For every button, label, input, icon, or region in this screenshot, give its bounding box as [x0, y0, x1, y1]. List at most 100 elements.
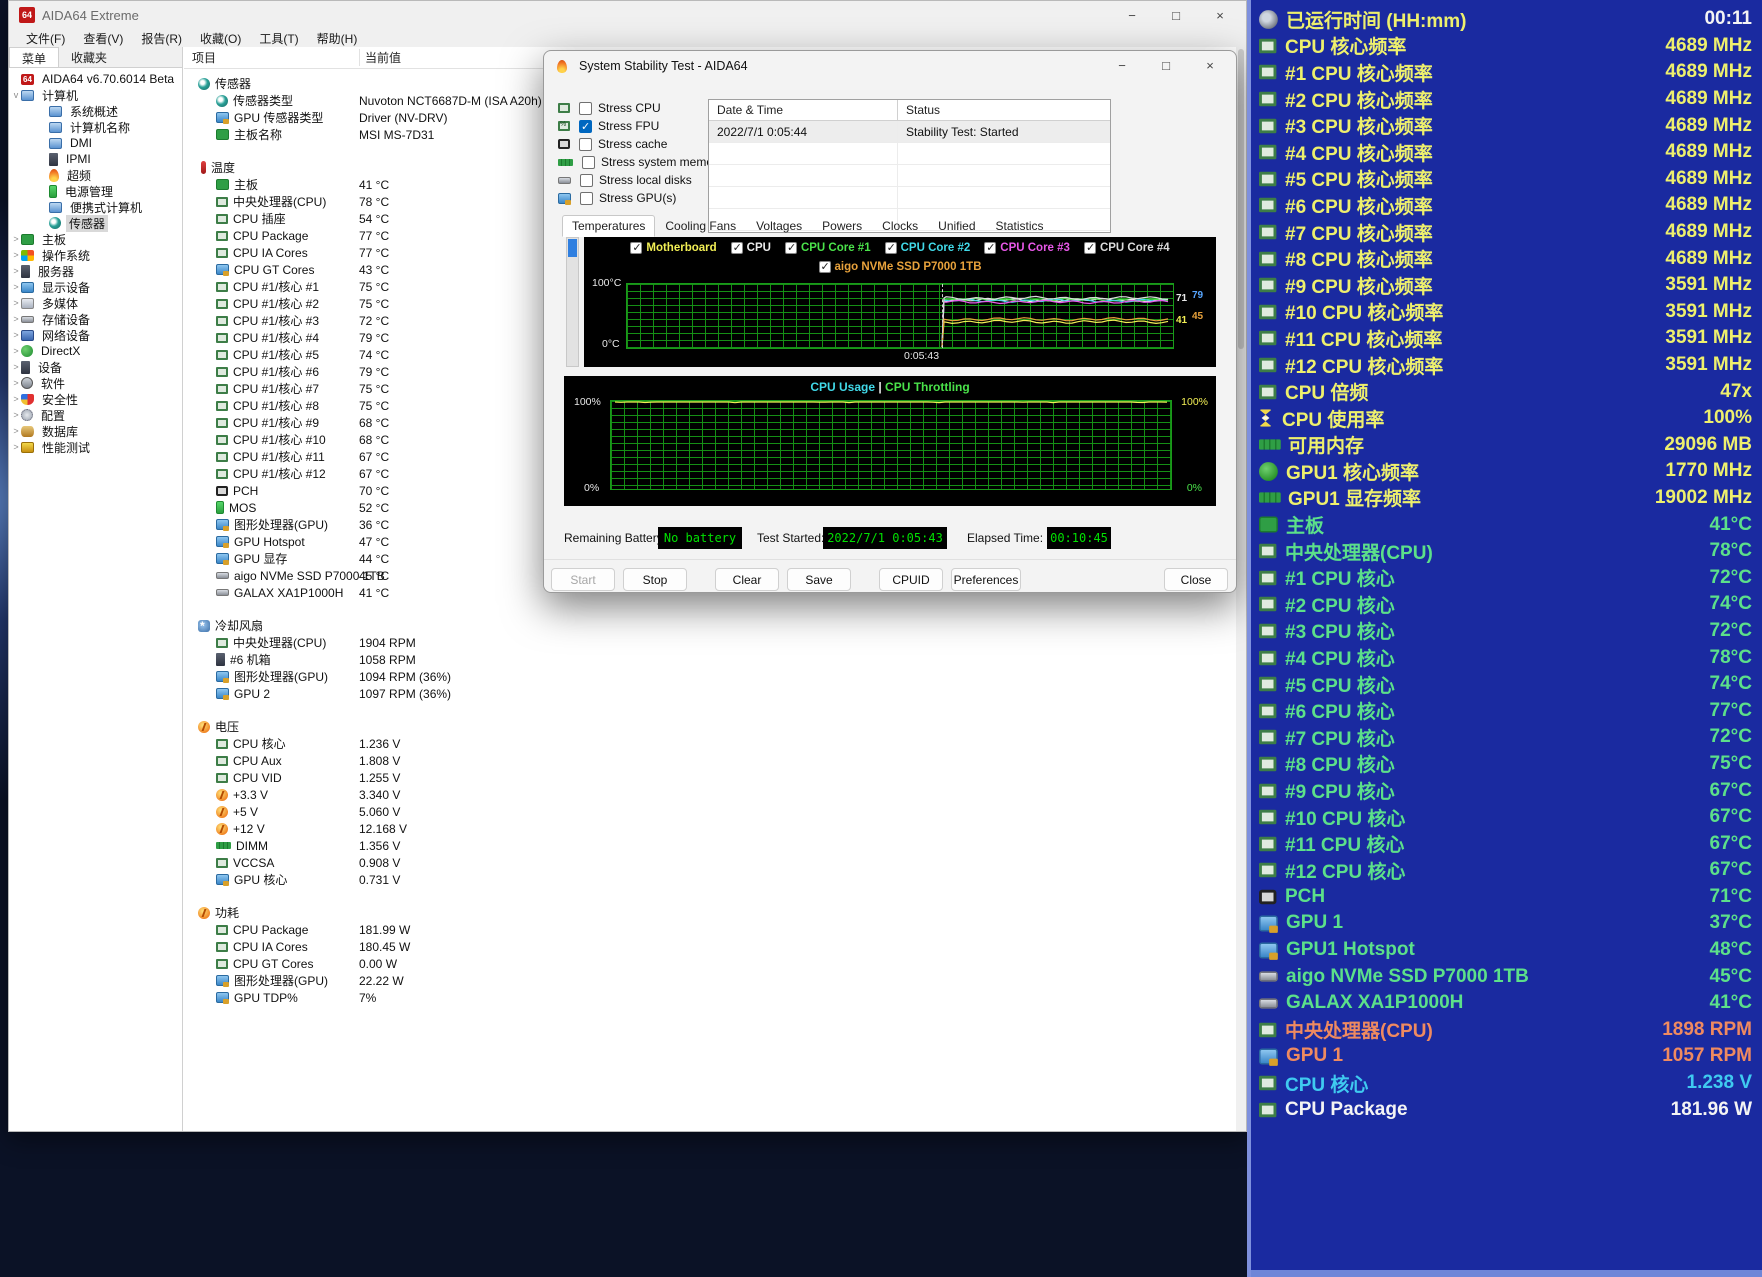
- chevron-collapsed-icon[interactable]: >: [11, 362, 21, 372]
- chevron-collapsed-icon[interactable]: >: [11, 298, 21, 308]
- preferences-button[interactable]: Preferences: [951, 568, 1021, 591]
- sidebar-tab[interactable]: 收藏夹: [59, 47, 119, 67]
- table-row[interactable]: CPU VID 1.255 V: [184, 769, 1236, 786]
- tree-item[interactable]: > 网络设备: [9, 327, 182, 343]
- chevron-expanded-icon[interactable]: v: [11, 90, 21, 100]
- checkbox[interactable]: [579, 137, 592, 151]
- table-row[interactable]: 图形处理器(GPU) 1094 RPM (36%): [184, 668, 1236, 685]
- main-titlebar[interactable]: 64 AIDA64 Extreme: [9, 1, 1246, 29]
- tree-item[interactable]: DMI: [9, 135, 182, 151]
- legend-checkbox[interactable]: [1083, 241, 1096, 254]
- chevron-collapsed-icon[interactable]: >: [11, 250, 21, 260]
- dialog-tab[interactable]: Cooling Fans: [655, 215, 746, 237]
- close-button[interactable]: ×: [1198, 1, 1242, 29]
- chevron-collapsed-icon[interactable]: >: [11, 234, 21, 244]
- main-scrollbar-thumb[interactable]: [1238, 49, 1244, 349]
- chart-scrollbar[interactable]: [566, 237, 579, 367]
- minimize-button[interactable]: −: [1100, 51, 1144, 79]
- menu-item[interactable]: 帮助(H): [308, 30, 367, 47]
- maximize-button[interactable]: □: [1154, 1, 1198, 29]
- tree-item[interactable]: > 显示设备: [9, 279, 182, 295]
- tree-item[interactable]: > 性能测试: [9, 439, 182, 455]
- menu-item[interactable]: 查看(V): [74, 30, 132, 47]
- tree-item[interactable]: > 多媒体: [9, 295, 182, 311]
- table-row[interactable]: CPU GT Cores 0.00 W: [184, 955, 1236, 972]
- tree-item[interactable]: 电源管理: [9, 183, 182, 199]
- chevron-collapsed-icon[interactable]: >: [11, 394, 21, 404]
- menu-item[interactable]: 文件(F): [17, 30, 74, 47]
- checkbox[interactable]: [579, 119, 592, 133]
- legend-checkbox[interactable]: [630, 241, 643, 254]
- dialog-tab[interactable]: Powers: [812, 215, 872, 237]
- chevron-collapsed-icon[interactable]: >: [11, 442, 21, 452]
- table-row[interactable]: 图形处理器(GPU) 22.22 W: [184, 972, 1236, 989]
- tree-item[interactable]: 系统概述: [9, 103, 182, 119]
- checkbox[interactable]: [582, 155, 595, 169]
- tree-item[interactable]: > 服务器: [9, 263, 182, 279]
- dialog-tab[interactable]: Temperatures: [562, 215, 656, 237]
- dialog-tab[interactable]: Voltages: [746, 215, 812, 237]
- chevron-collapsed-icon[interactable]: >: [11, 410, 21, 420]
- menu-item[interactable]: 工具(T): [250, 30, 307, 47]
- table-row[interactable]: VCCSA 0.908 V: [184, 854, 1236, 871]
- save-button[interactable]: Save: [787, 568, 851, 591]
- table-row[interactable]: DIMM 1.356 V: [184, 837, 1236, 854]
- tree-item[interactable]: > 存储设备: [9, 311, 182, 327]
- tree-item[interactable]: IPMI: [9, 151, 182, 167]
- tree-item[interactable]: > DirectX: [9, 343, 182, 359]
- table-row[interactable]: +3.3 V 3.340 V: [184, 786, 1236, 803]
- checkbox[interactable]: [579, 101, 592, 115]
- chevron-collapsed-icon[interactable]: >: [11, 346, 21, 356]
- chevron-collapsed-icon[interactable]: >: [11, 426, 21, 436]
- close-button[interactable]: Close: [1164, 568, 1228, 591]
- clear-button[interactable]: Clear: [715, 568, 779, 591]
- tree-item[interactable]: > 软件: [9, 375, 182, 391]
- table-row[interactable]: CPU IA Cores 180.45 W: [184, 938, 1236, 955]
- tree-item[interactable]: 计算机名称: [9, 119, 182, 135]
- legend-checkbox[interactable]: [784, 241, 797, 254]
- chevron-collapsed-icon[interactable]: >: [11, 266, 21, 276]
- legend-checkbox[interactable]: [984, 241, 997, 254]
- table-row[interactable]: GPU 核心 0.731 V: [184, 871, 1236, 888]
- maximize-button[interactable]: □: [1144, 51, 1188, 79]
- chevron-collapsed-icon[interactable]: >: [11, 330, 21, 340]
- dialog-tab[interactable]: Unified: [928, 215, 985, 237]
- table-row[interactable]: CPU Package 181.99 W: [184, 921, 1236, 938]
- tree-item[interactable]: 便携式计算机: [9, 199, 182, 215]
- dialog-tab[interactable]: Clocks: [872, 215, 928, 237]
- tree-item[interactable]: > 操作系统: [9, 247, 182, 263]
- chart-scrollbar-thumb[interactable]: [568, 239, 577, 257]
- stop-button[interactable]: Stop: [623, 568, 687, 591]
- dialog-tab[interactable]: Statistics: [986, 215, 1054, 237]
- tree-item[interactable]: AIDA64 v6.70.6014 Beta: [9, 71, 182, 87]
- legend-checkbox[interactable]: [818, 260, 831, 273]
- close-button[interactable]: ×: [1188, 51, 1232, 79]
- table-row[interactable]: +12 V 12.168 V: [184, 820, 1236, 837]
- table-row[interactable]: GPU TDP% 7%: [184, 989, 1236, 1006]
- minimize-button[interactable]: −: [1110, 1, 1154, 29]
- tree-item[interactable]: 传感器: [9, 214, 182, 232]
- checkbox[interactable]: [580, 191, 593, 205]
- log-row[interactable]: 2022/7/1 0:05:44 Stability Test: Started: [709, 121, 1110, 143]
- cpuid-button[interactable]: CPUID: [879, 568, 943, 591]
- table-row[interactable]: CPU Aux 1.808 V: [184, 752, 1236, 769]
- chevron-collapsed-icon[interactable]: >: [11, 282, 21, 292]
- legend-checkbox[interactable]: [884, 241, 897, 254]
- table-row[interactable]: CPU 核心 1.236 V: [184, 735, 1236, 752]
- table-row[interactable]: GPU 2 1097 RPM (36%): [184, 685, 1236, 702]
- checkbox[interactable]: [580, 173, 593, 187]
- tree-item[interactable]: > 配置: [9, 407, 182, 423]
- tree-item[interactable]: v 计算机: [9, 87, 182, 103]
- table-row[interactable]: 中央处理器(CPU) 1904 RPM: [184, 634, 1236, 651]
- main-scrollbar[interactable]: [1236, 47, 1246, 1131]
- chevron-collapsed-icon[interactable]: >: [11, 314, 21, 324]
- tree-item[interactable]: > 设备: [9, 359, 182, 375]
- table-row[interactable]: +5 V 5.060 V: [184, 803, 1236, 820]
- tree-item[interactable]: > 主板: [9, 231, 182, 247]
- menu-item[interactable]: 收藏(O): [191, 30, 250, 47]
- legend-checkbox[interactable]: [730, 241, 743, 254]
- table-row[interactable]: #6 机箱 1058 RPM: [184, 651, 1236, 668]
- tree-item[interactable]: > 数据库: [9, 423, 182, 439]
- tree-item[interactable]: 超频: [9, 167, 182, 183]
- tree-item[interactable]: > 安全性: [9, 391, 182, 407]
